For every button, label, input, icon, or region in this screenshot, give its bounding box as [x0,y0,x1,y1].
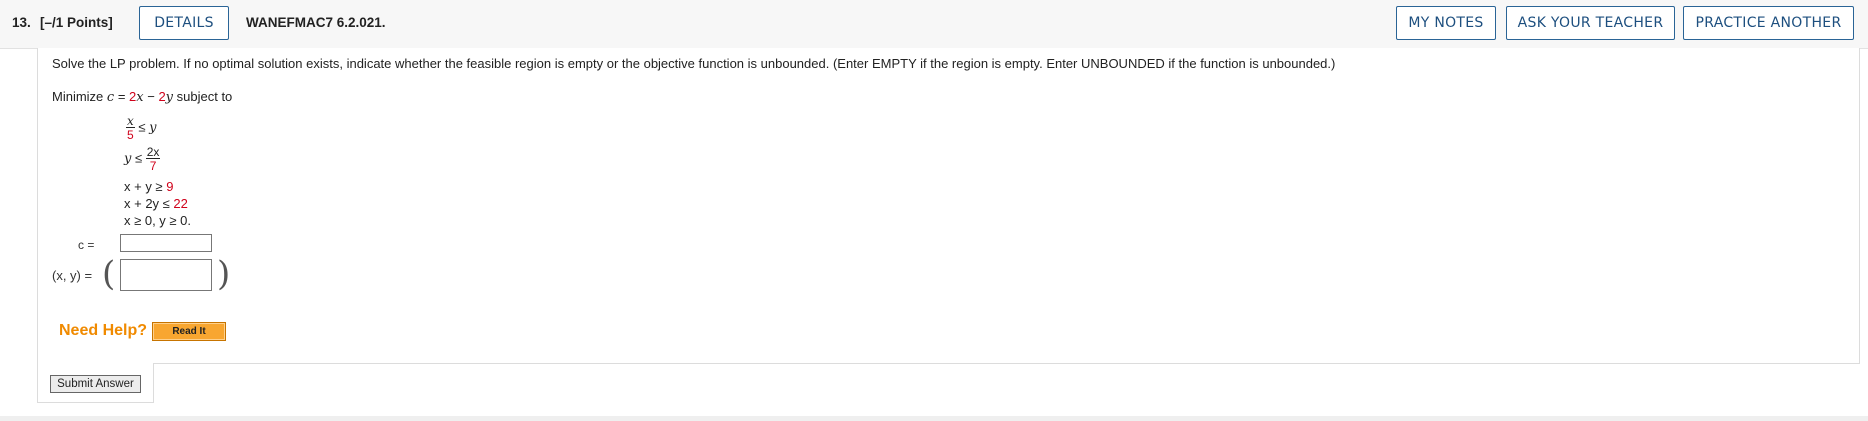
details-button[interactable]: DETAILS [139,6,229,40]
read-it-button[interactable]: Read It [152,322,226,341]
fraction-numerator: x [127,114,134,128]
my-notes-button[interactable]: MY NOTES [1396,6,1496,40]
constraint-1: x5 ≤ y [126,115,157,141]
need-help-label: Need Help? [59,322,148,339]
practice-another-button[interactable]: PRACTICE ANOTHER [1683,6,1854,40]
right-paren: ) [217,254,231,294]
constraint-2: y ≤ 2x 7 [124,145,161,173]
fraction: 2x 7 [145,145,161,173]
lhs: x + 2y ≤ [124,196,174,211]
c-label: c = [78,238,95,252]
objective-statement: Minimize c = 2x − 2y subject to [52,89,232,105]
problem-instructions: Solve the LP problem. If no optimal solu… [52,56,1336,71]
xy-label: (x, y) = [52,268,93,283]
relation: ≤ [131,150,146,166]
constraint-5: x ≥ 0, y ≥ 0. [124,213,192,228]
subject-to: subject to [173,89,233,104]
question-panel [37,48,1860,364]
lhs: x + y ≥ [124,179,167,194]
minimize-prefix: Minimize [52,89,104,104]
submit-answer-button[interactable]: Submit Answer [50,375,141,393]
question-code: WANEFMAC7 6.2.021. [246,15,386,30]
c-answer-input[interactable] [120,234,212,252]
question-points: [–/1 Points] [40,15,113,30]
fraction-numerator: 2x [145,145,161,159]
var-x: x [136,90,144,105]
rhs: 22 [173,196,188,211]
question-header: 13. [–/1 Points] DETAILS WANEFMAC7 6.2.0… [0,0,1868,49]
bottom-divider [0,416,1868,421]
constraint-4: x + 2y ≤ 22 [124,196,188,211]
objective-equals: = [114,89,130,104]
y-coefficient: 2 [158,89,166,104]
minus-sign: − [143,89,159,104]
question-number: 13. [12,15,31,30]
fraction-denominator: 7 [149,159,157,173]
left-paren: ( [102,254,116,294]
relation: ≤ [134,119,150,135]
constraint-3: x + y ≥ 9 [124,179,173,194]
fraction: x5 [126,115,135,141]
rhs: y [149,120,157,136]
xy-answer-input[interactable] [120,259,212,291]
ask-teacher-button[interactable]: ASK YOUR TEACHER [1506,6,1675,40]
fraction-denominator: 5 [127,128,134,142]
var-y: y [165,90,174,105]
rhs: 9 [166,179,174,194]
